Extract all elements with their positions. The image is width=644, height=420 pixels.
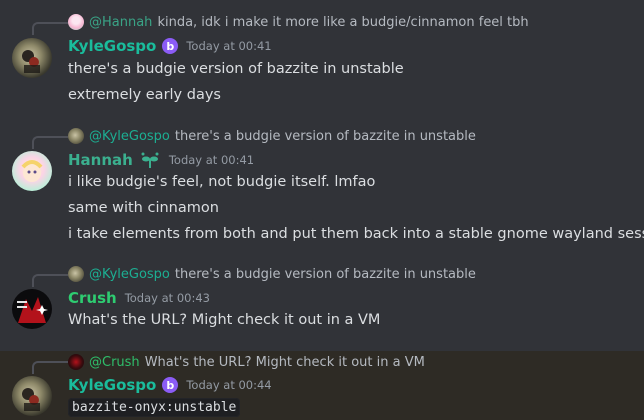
reply-avatar-kylegospo xyxy=(68,128,84,144)
timestamp[interactable]: Today at 00:41 xyxy=(186,39,271,53)
reply-preview[interactable]: @KyleGospo there's a budgie version of b… xyxy=(68,265,476,283)
message-header: Crush Today at 00:43 xyxy=(68,287,210,309)
message-header: KyleGospo b Today at 00:44 xyxy=(68,374,272,396)
message-line: same with cinnamon xyxy=(68,200,219,216)
timestamp[interactable]: Today at 00:41 xyxy=(169,153,254,167)
author-name[interactable]: KyleGospo xyxy=(68,37,156,55)
avatar-image xyxy=(22,388,40,411)
reply-connector xyxy=(32,22,68,35)
avatar-image xyxy=(22,50,40,73)
message-line: extremely early days xyxy=(68,87,221,103)
reply-text[interactable]: there's a budgie version of bazzite in u… xyxy=(175,267,476,282)
reply-mention[interactable]: @KyleGospo xyxy=(89,129,170,144)
avatar[interactable] xyxy=(12,376,52,416)
avatar-image xyxy=(17,297,48,323)
message-kylegospo-1[interactable]: @Hannah kinda, idk i make it more like a… xyxy=(0,0,644,120)
message-line: i take elements from both and put them b… xyxy=(68,226,644,242)
message-line: there's a budgie version of bazzite in u… xyxy=(68,61,404,77)
reply-mention[interactable]: @KyleGospo xyxy=(89,267,170,282)
reply-preview[interactable]: @Hannah kinda, idk i make it more like a… xyxy=(68,13,529,31)
reply-avatar-crush xyxy=(68,354,84,370)
reply-preview[interactable]: @KyleGospo there's a budgie version of b… xyxy=(68,127,476,145)
reply-mention[interactable]: @Hannah xyxy=(89,15,152,30)
message-header: KyleGospo b Today at 00:41 xyxy=(68,35,272,57)
message-code-line: bazzite-onyx:unstable xyxy=(68,396,241,418)
author-name[interactable]: Hannah xyxy=(68,151,133,169)
reply-connector xyxy=(32,136,68,149)
inline-code[interactable]: bazzite-onyx:unstable xyxy=(68,398,241,417)
message-line: What's the URL? Might check it out in a … xyxy=(68,312,381,328)
reply-preview[interactable]: @Crush What's the URL? Might check it ou… xyxy=(68,353,425,371)
author-name[interactable]: Crush xyxy=(68,289,117,307)
reply-avatar-hannah xyxy=(68,14,84,30)
timestamp[interactable]: Today at 00:43 xyxy=(125,291,210,305)
message-header: Hannah Today at 00:41 xyxy=(68,149,254,171)
reply-text[interactable]: there's a budgie version of bazzite in u… xyxy=(175,129,476,144)
sprout-icon xyxy=(141,152,159,168)
message-hannah[interactable]: @KyleGospo there's a budgie version of b… xyxy=(0,120,644,258)
reply-text[interactable]: What's the URL? Might check it out in a … xyxy=(145,355,425,370)
message-line: i like budgie's feel, not budgie itself.… xyxy=(68,174,376,190)
reply-connector xyxy=(32,361,68,374)
message-kylegospo-2[interactable]: @Crush What's the URL? Might check it ou… xyxy=(0,351,644,420)
reply-mention[interactable]: @Crush xyxy=(89,355,140,370)
avatar[interactable] xyxy=(12,289,52,329)
avatar-image xyxy=(21,160,43,182)
avatar[interactable] xyxy=(12,151,52,191)
reply-connector xyxy=(32,274,68,287)
avatar[interactable] xyxy=(12,38,52,78)
message-crush[interactable]: @KyleGospo there's a budgie version of b… xyxy=(0,258,644,350)
reply-text[interactable]: kinda, idk i make it more like a budgie/… xyxy=(157,15,528,30)
timestamp[interactable]: Today at 00:44 xyxy=(186,378,271,392)
role-badge-icon[interactable]: b xyxy=(162,38,179,54)
author-name[interactable]: KyleGospo xyxy=(68,376,156,394)
role-badge-icon[interactable]: b xyxy=(162,377,179,393)
reply-avatar-kylegospo xyxy=(68,266,84,282)
